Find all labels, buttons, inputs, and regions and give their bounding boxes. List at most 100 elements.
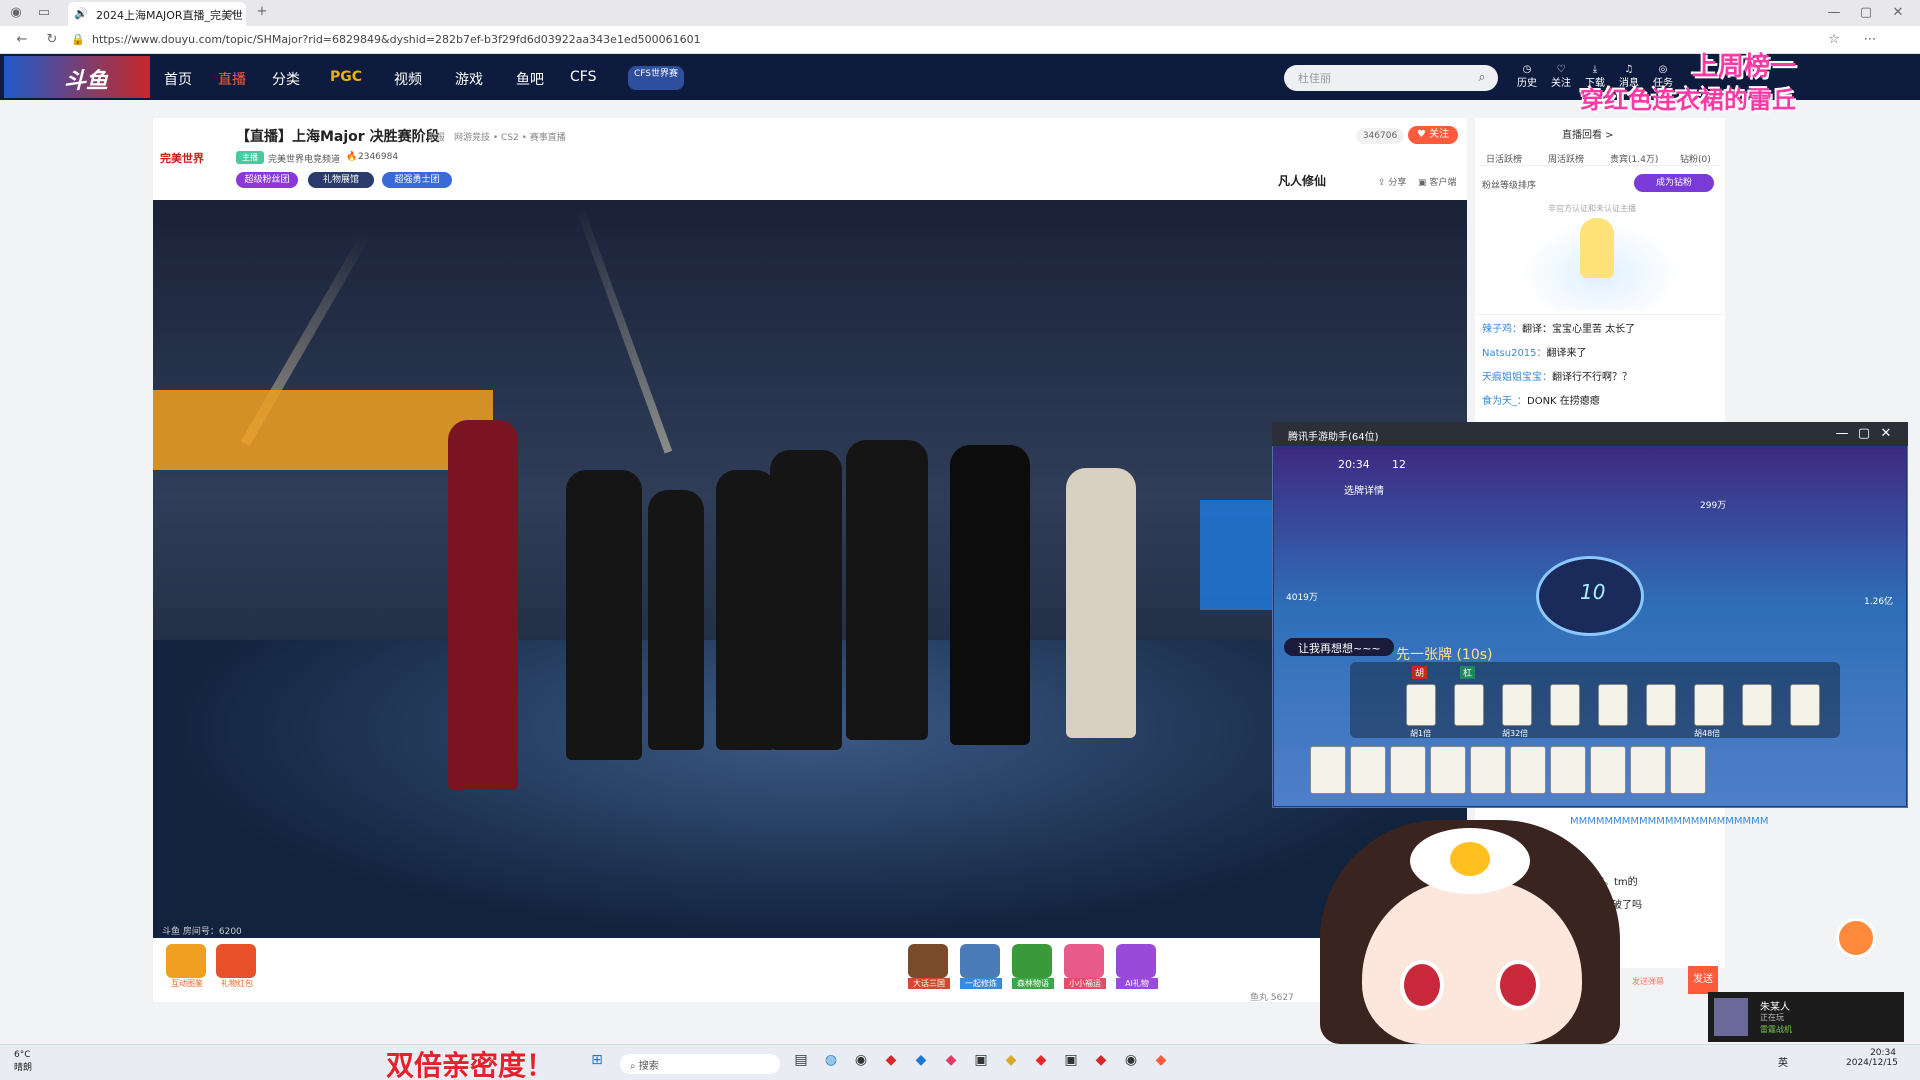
back-icon[interactable]: ← bbox=[14, 31, 30, 49]
app-icon[interactable]: ◆ bbox=[880, 1052, 902, 1068]
follow-label: 关注 bbox=[1429, 129, 1450, 140]
reload-icon[interactable]: ↻ bbox=[44, 31, 60, 49]
douyu-icon[interactable]: ◆ bbox=[1150, 1052, 1172, 1068]
mahjong-tile[interactable] bbox=[1406, 684, 1436, 726]
nav-link-home[interactable]: 首页 bbox=[164, 69, 192, 89]
mahjong-tile[interactable] bbox=[1598, 684, 1628, 726]
follow-nav-button[interactable]: ♡ 关注 bbox=[1548, 63, 1574, 91]
mahjong-tile[interactable] bbox=[1454, 684, 1484, 726]
more-menu-icon[interactable]: ⋯ bbox=[1862, 31, 1878, 49]
nav-link-cfs[interactable]: CFS bbox=[570, 69, 596, 85]
search-icon[interactable]: ⌕ bbox=[1474, 69, 1490, 87]
weather-widget[interactable]: 6°C 晴朗 bbox=[14, 1050, 32, 1073]
search-input[interactable]: 杜佳丽 bbox=[1284, 65, 1498, 91]
hand-tile[interactable] bbox=[1470, 746, 1506, 794]
game-ai-gift[interactable]: AI礼物 bbox=[1116, 944, 1158, 989]
game-three-kingdoms[interactable]: 大话三国 bbox=[908, 944, 950, 989]
hand-tile[interactable] bbox=[1670, 746, 1706, 794]
chat-input[interactable]: 发送弹幕 bbox=[1632, 976, 1664, 987]
anchor-name[interactable]: 完美世界电竞频道 bbox=[268, 152, 340, 165]
clock[interactable]: 20:34 2024/12/15 bbox=[1846, 1048, 1898, 1068]
app-icon[interactable]: ◉ bbox=[1120, 1052, 1142, 1068]
left-player-score: 4019万 bbox=[1286, 593, 1318, 603]
hand-tile[interactable] bbox=[1430, 746, 1466, 794]
mahjong-maximize-icon[interactable]: ▢ bbox=[1856, 425, 1872, 443]
pill-super-fans[interactable]: 超级粉丝团 bbox=[236, 172, 298, 188]
maximize-icon[interactable]: ▢ bbox=[1858, 4, 1874, 22]
start-icon[interactable]: ⊞ bbox=[586, 1052, 608, 1068]
tab-diamond[interactable]: 钻粉(0) bbox=[1680, 152, 1711, 165]
pill-gift-hall[interactable]: 礼物展馆 bbox=[308, 172, 374, 188]
become-diamond-button[interactable]: 成为钻粉 bbox=[1634, 174, 1714, 192]
cfs-world-badge[interactable]: CFS世界赛 bbox=[628, 66, 684, 90]
hand-tile[interactable] bbox=[1310, 746, 1346, 794]
tile-detail-button[interactable]: 选牌详情 bbox=[1344, 482, 1384, 497]
mahjong-minimize-icon[interactable]: — bbox=[1834, 425, 1850, 443]
share-button[interactable]: ⇪ 分享 bbox=[1378, 175, 1406, 188]
nav-link-live[interactable]: 直播 bbox=[218, 69, 246, 89]
mahjong-tile[interactable] bbox=[1790, 684, 1820, 726]
app-icon[interactable]: ▣ bbox=[970, 1052, 992, 1068]
nav-link-fishbar[interactable]: 鱼吧 bbox=[516, 69, 544, 89]
url-input[interactable]: https://www.douyu.com/topic/SHMajor?rid=… bbox=[92, 31, 1772, 49]
taskbar-search[interactable]: ⌕ 搜索 bbox=[620, 1054, 780, 1074]
fan-rank-sort[interactable]: 粉丝等级排序 bbox=[1482, 178, 1536, 191]
browser-tab[interactable]: 2024上海MAJOR直播_完美世 bbox=[68, 2, 246, 26]
hand-tile[interactable] bbox=[1350, 746, 1386, 794]
room-category[interactable]: 网游竞技 • CS2 • 赛事直播 bbox=[454, 130, 566, 143]
tab-daily[interactable]: 日活跃榜 bbox=[1486, 152, 1522, 165]
app-icon[interactable]: ◆ bbox=[940, 1052, 962, 1068]
favorite-star-icon[interactable]: ☆ bbox=[1826, 31, 1842, 49]
hand-tile[interactable] bbox=[1390, 746, 1426, 794]
minimize-icon[interactable]: — bbox=[1826, 4, 1842, 22]
history-button[interactable]: ◷ 历史 bbox=[1514, 63, 1540, 91]
customer-service-icon[interactable] bbox=[1836, 918, 1876, 958]
game-cultivate[interactable]: 一起修炼 bbox=[960, 944, 1002, 989]
close-window-icon[interactable]: ✕ bbox=[1890, 4, 1906, 22]
gift-red-packet[interactable]: 礼物红包 bbox=[216, 944, 258, 989]
new-tab-button[interactable]: + bbox=[254, 3, 270, 21]
mahjong-tile[interactable] bbox=[1550, 684, 1580, 726]
tab-vip[interactable]: 贵宾(1.4万) bbox=[1610, 152, 1658, 165]
pill-warriors[interactable]: 超强勇士团 bbox=[382, 172, 452, 188]
hand-tile[interactable] bbox=[1590, 746, 1626, 794]
tab-actions-icon[interactable]: ▭ bbox=[34, 4, 54, 22]
nav-link-pgc[interactable]: PGC bbox=[330, 69, 362, 85]
ime-indicator[interactable]: 英 bbox=[1778, 1054, 1788, 1069]
hand-tile[interactable] bbox=[1510, 746, 1546, 794]
replay-link[interactable]: 直播回看 > bbox=[1562, 126, 1614, 141]
mahjong-tile[interactable] bbox=[1742, 684, 1772, 726]
vtuber-eye-left bbox=[1400, 960, 1444, 1010]
taskbar-search-icon: ⌕ bbox=[630, 1061, 639, 1072]
close-tab-icon[interactable]: ✕ bbox=[226, 5, 240, 23]
game-forest[interactable]: 森林物语 bbox=[1012, 944, 1054, 989]
mahjong-tile[interactable] bbox=[1502, 684, 1532, 726]
report-link[interactable]: 举报 bbox=[427, 130, 445, 143]
site-logo[interactable]: 斗鱼 bbox=[4, 56, 150, 98]
nav-link-games[interactable]: 游戏 bbox=[455, 69, 483, 89]
app-icon[interactable]: ◆ bbox=[1000, 1052, 1022, 1068]
steam-icon[interactable]: ◉ bbox=[850, 1052, 872, 1068]
hand-tile[interactable] bbox=[1630, 746, 1666, 794]
mahjong-tile[interactable] bbox=[1694, 684, 1724, 726]
nav-link-category[interactable]: 分类 bbox=[272, 69, 300, 89]
mahjong-window-titlebar[interactable]: 腾讯手游助手(64位) bbox=[1272, 422, 1908, 446]
gift-interactive[interactable]: 互动图鉴 bbox=[166, 944, 208, 989]
file-explorer-icon[interactable]: ▤ bbox=[790, 1052, 812, 1068]
follow-button[interactable]: ♥ 关注 bbox=[1408, 126, 1458, 144]
send-button[interactable]: 发送 bbox=[1688, 966, 1718, 994]
tab-weekly[interactable]: 周活跃榜 bbox=[1548, 152, 1584, 165]
person-figure bbox=[1066, 468, 1136, 738]
mahjong-close-icon[interactable]: ✕ bbox=[1878, 425, 1894, 443]
app-icon[interactable]: ◆ bbox=[1090, 1052, 1112, 1068]
hand-tile[interactable] bbox=[1550, 746, 1586, 794]
app-icon[interactable]: ▣ bbox=[1060, 1052, 1082, 1068]
game-lucky[interactable]: 小小福运 bbox=[1064, 944, 1106, 989]
profile-icon[interactable]: ◉ bbox=[6, 4, 26, 22]
app-icon[interactable]: ◆ bbox=[1030, 1052, 1052, 1068]
app-icon[interactable]: ◆ bbox=[910, 1052, 932, 1068]
mahjong-tile[interactable] bbox=[1646, 684, 1676, 726]
edge-icon[interactable]: ◍ bbox=[820, 1052, 842, 1068]
client-button[interactable]: ▣ 客户端 bbox=[1418, 175, 1456, 188]
nav-link-video[interactable]: 视频 bbox=[394, 69, 422, 89]
